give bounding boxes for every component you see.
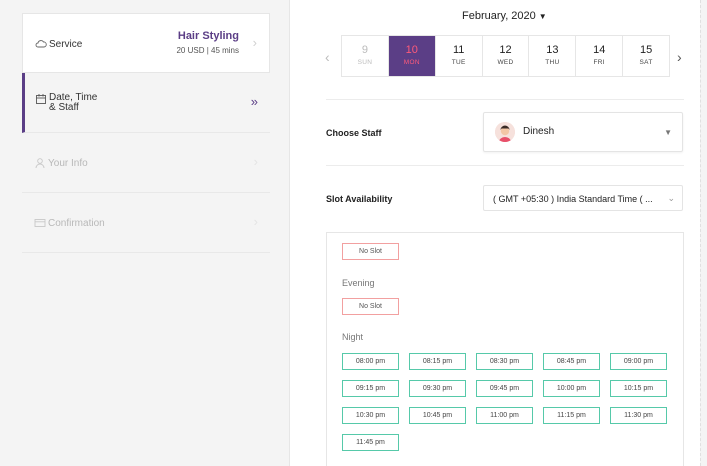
day-cell: 9 SUN (342, 36, 389, 76)
next-week-arrow-icon[interactable]: › (677, 49, 682, 65)
caret-down-icon: ▼ (664, 128, 672, 137)
time-slot[interactable]: 11:45 pm (342, 434, 399, 451)
steps-sidebar: Service Hair Styling 20 USD | 45 mins › … (0, 0, 290, 466)
day-number: 14 (593, 44, 606, 56)
day-cell-selected[interactable]: 10 MON (388, 36, 436, 76)
user-icon (35, 158, 45, 169)
card-icon (34, 219, 46, 227)
day-name: MON (403, 59, 420, 66)
chevron-right-icon: › (253, 154, 258, 169)
double-chevron-right-icon: » (250, 94, 258, 109)
timezone-select[interactable]: ( GMT +05:30 ) India Standard Time ( ...… (483, 185, 683, 211)
chevron-down-icon: ⌄ (667, 193, 675, 203)
step-your-info[interactable]: Your Info › (22, 133, 270, 193)
time-slot[interactable]: 10:45 pm (409, 407, 466, 424)
day-cell[interactable]: 13 THU (529, 36, 577, 76)
step-service[interactable]: Service Hair Styling 20 USD | 45 mins › (22, 13, 270, 73)
day-name: THU (545, 59, 560, 66)
timezone-value: ( GMT +05:30 ) India Standard Time ( ... (493, 194, 653, 204)
time-slot[interactable]: 09:15 pm (342, 380, 399, 397)
day-cell[interactable]: 14 FRI (576, 36, 624, 76)
time-slot[interactable]: 09:00 pm (610, 353, 667, 370)
slot-availability-label: Slot Availability (326, 194, 393, 204)
time-slot[interactable]: 08:30 pm (476, 353, 533, 370)
time-slot[interactable]: 11:30 pm (610, 407, 667, 424)
no-slot-badge: No Slot (342, 298, 399, 315)
chevron-right-icon: › (252, 35, 257, 50)
night-heading: Night (342, 332, 364, 342)
step-your-info-label: Your Info (48, 158, 88, 169)
day-cell[interactable]: 12 WED (483, 36, 530, 76)
divider (326, 165, 684, 166)
caret-down-icon: ▼ (538, 12, 547, 21)
time-slot[interactable]: 08:45 pm (543, 353, 600, 370)
day-number: 12 (499, 44, 512, 56)
time-slot[interactable]: 09:30 pm (409, 380, 466, 397)
time-slot[interactable]: 08:00 pm (342, 353, 399, 370)
avatar (495, 122, 515, 142)
staff-name: Dinesh (523, 126, 555, 137)
day-name: FRI (593, 59, 605, 66)
time-slot[interactable]: 09:45 pm (476, 380, 533, 397)
day-number: 11 (452, 44, 465, 56)
day-name: SAT (639, 59, 653, 66)
calendar-icon (36, 94, 46, 104)
chevron-right-icon: › (253, 214, 258, 229)
choose-staff-label: Choose Staff (326, 128, 382, 138)
no-slot-badge: No Slot (342, 243, 399, 260)
step-service-label: Service (49, 39, 83, 50)
day-cell[interactable]: 11 TUE (436, 36, 483, 76)
step-date-label-line2: & Staff (49, 102, 79, 113)
page-edge (700, 0, 707, 466)
time-slot[interactable]: 11:00 pm (476, 407, 533, 424)
time-slot[interactable]: 10:15 pm (610, 380, 667, 397)
booking-panel: February, 2020 ▼ ‹ › 9 SUN 10 MON 11 TUE 12 W… (290, 0, 700, 466)
time-slot[interactable]: 10:00 pm (543, 380, 600, 397)
time-slot[interactable]: 08:15 pm (409, 353, 466, 370)
month-label: February, 2020 (462, 10, 536, 22)
day-number: 10 (405, 44, 418, 56)
day-number: 13 (546, 44, 559, 56)
step-date-time-staff[interactable]: Date, Time & Staff » (22, 73, 270, 133)
day-cell[interactable]: 15 SAT (623, 36, 669, 76)
time-slot[interactable]: 10:30 pm (342, 407, 399, 424)
slots-panel: No Slot Evening No Slot Night 08:00 pm 0… (326, 232, 684, 466)
day-name: TUE (451, 59, 466, 66)
day-name: WED (497, 59, 514, 66)
time-slot[interactable]: 11:15 pm (543, 407, 600, 424)
month-selector[interactable]: February, 2020 ▼ (462, 10, 547, 22)
day-number: 9 (361, 44, 368, 56)
day-number: 15 (639, 44, 653, 56)
day-name: SUN (357, 59, 373, 66)
step-confirmation-label: Confirmation (48, 218, 105, 229)
week-day-strip: 9 SUN 10 MON 11 TUE 12 WED 13 THU 14 FRI 15 SAT (341, 35, 670, 77)
step-confirmation[interactable]: Confirmation › (22, 193, 270, 253)
prev-week-arrow-icon[interactable]: ‹ (325, 49, 330, 65)
divider (326, 99, 684, 100)
evening-heading: Evening (342, 278, 375, 288)
service-name: Hair Styling (177, 30, 239, 42)
step-date-label: Date, Time & Staff (49, 93, 97, 113)
service-meta: 20 USD | 45 mins (176, 46, 239, 55)
staff-dropdown[interactable]: Dinesh ▼ (483, 112, 683, 152)
cloud-icon (35, 40, 47, 48)
